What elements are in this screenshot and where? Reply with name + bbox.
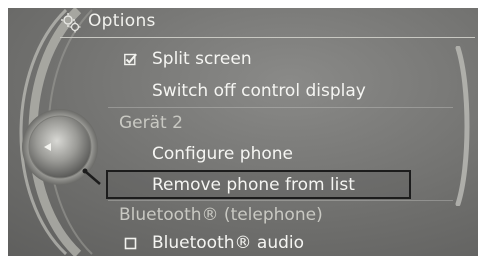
- switch-off-display-label: Switch off control display: [152, 81, 366, 101]
- bluetooth-audio-option[interactable]: Bluetooth® audio: [104, 229, 424, 256]
- split-screen-label: Split screen: [152, 49, 252, 69]
- scrollbar[interactable]: [454, 46, 474, 206]
- section-device-label: Gerät 2: [119, 113, 183, 133]
- row-divider: [108, 107, 453, 108]
- bluetooth-audio-label: Bluetooth® audio: [152, 233, 305, 253]
- options-icon: [61, 13, 81, 33]
- section-bluetooth-label: Bluetooth® (telephone): [119, 205, 323, 225]
- split-screen-option[interactable]: Split screen: [104, 45, 424, 73]
- title-bar: Options: [8, 8, 478, 38]
- checkbox-checked-icon[interactable]: [124, 53, 137, 66]
- section-header-bluetooth: Bluetooth® (telephone): [104, 201, 424, 229]
- configure-phone-label: Configure phone: [152, 144, 293, 164]
- configure-phone-option[interactable]: Configure phone: [104, 140, 424, 168]
- section-header-device: Gerät 2: [104, 109, 424, 137]
- switch-off-display-option[interactable]: Switch off control display: [104, 77, 424, 105]
- title-divider: [60, 37, 475, 38]
- remove-phone-option[interactable]: Remove phone from list: [106, 170, 411, 199]
- remove-phone-label: Remove phone from list: [152, 175, 355, 195]
- page-title: Options: [88, 11, 156, 31]
- checkbox-unchecked-icon[interactable]: [124, 237, 137, 250]
- control-display: Options Split screen Switch off control …: [8, 8, 478, 256]
